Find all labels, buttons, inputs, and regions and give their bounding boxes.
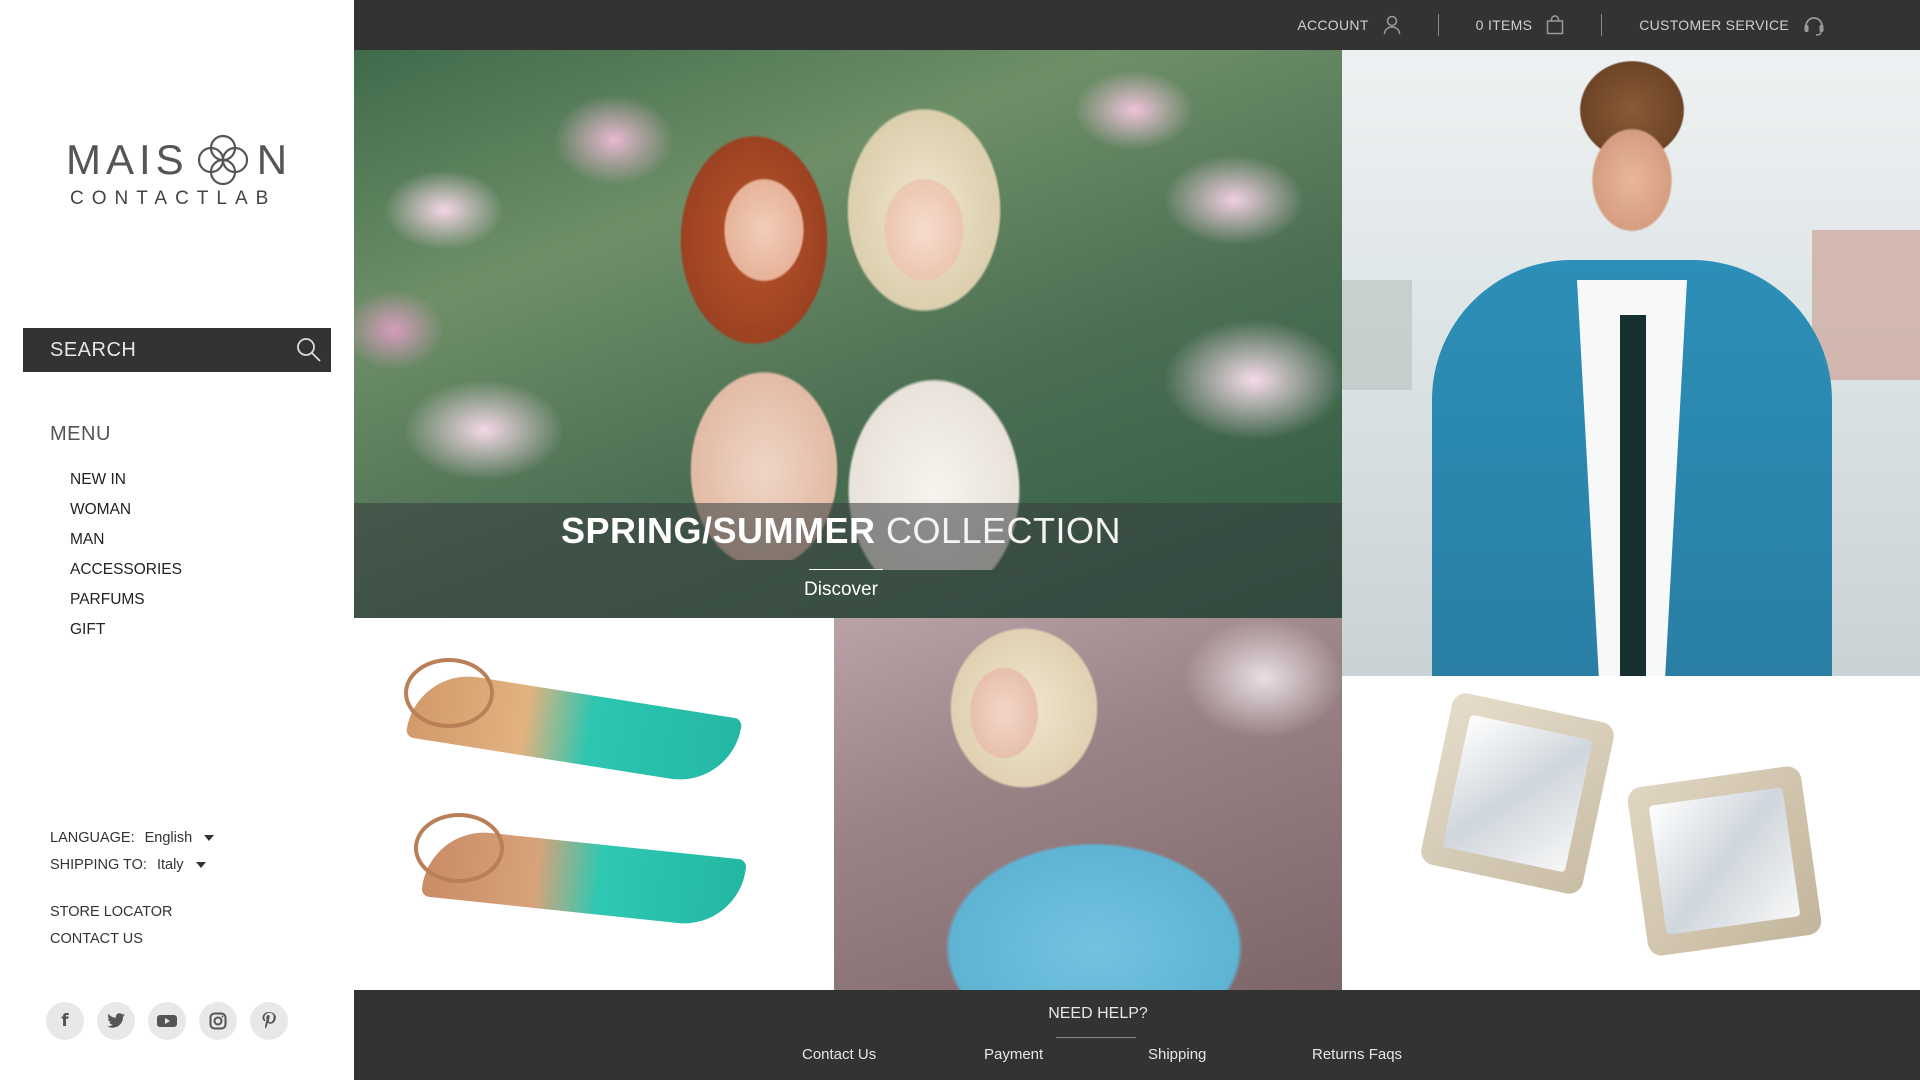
cufflinks-tile[interactable] [1342, 676, 1920, 990]
menu-list: NEW IN WOMAN MAN ACCESSORIES PARFUMS GIF… [70, 468, 182, 648]
menu-item-parfums[interactable]: PARFUMS [70, 588, 182, 618]
hero-title-bold: SPRING/SUMMER [560, 510, 876, 551]
customer-service-link[interactable]: CUSTOMER SERVICE [1639, 14, 1825, 36]
logo-text-end: N [256, 136, 293, 183]
menu-title: MENU [50, 423, 111, 445]
menu-item-man[interactable]: MAN [70, 528, 182, 558]
cufflink-image [1626, 764, 1823, 958]
hero-title: SPRING/SUMMER COLLECTION [354, 510, 1328, 552]
man-collection-tile[interactable] [1342, 50, 1920, 676]
cart-items-label: 0 ITEMS [1475, 17, 1533, 33]
shoes-tile[interactable] [354, 618, 834, 990]
tie-image [1620, 315, 1646, 676]
customer-service-label: CUSTOMER SERVICE [1639, 17, 1789, 33]
store-locator-link[interactable]: STORE LOCATOR [50, 904, 172, 931]
caret-down-icon [204, 834, 215, 841]
menu-item-woman[interactable]: WOMAN [70, 498, 182, 528]
search-icon[interactable] [287, 328, 331, 372]
menu-item-new-in[interactable]: NEW IN [70, 468, 182, 498]
hero-divider [809, 569, 883, 570]
headset-icon [1804, 17, 1824, 36]
sidebar-links: STORE LOCATOR CONTACT US [50, 904, 172, 958]
caret-down-icon [195, 861, 206, 868]
discover-link[interactable]: Discover [354, 579, 1328, 601]
menu-item-accessories[interactable]: ACCESSORIES [70, 558, 182, 588]
shopping-bag-icon [1546, 15, 1564, 35]
logo-wordmark: MAIS N [66, 128, 292, 192]
search-input[interactable]: SEARCH [23, 328, 331, 372]
language-select[interactable]: English [145, 830, 215, 846]
shipping-label: SHIPPING TO: [50, 856, 147, 873]
background-building [1342, 280, 1412, 390]
nav-divider [1437, 14, 1439, 36]
account-link[interactable]: ACCOUNT [1297, 15, 1400, 35]
footer-link-shipping[interactable]: Shipping [1148, 1046, 1206, 1063]
footer-link-payment[interactable]: Payment [984, 1046, 1043, 1063]
woman-collection-tile[interactable] [834, 618, 1342, 990]
hero-banner[interactable]: SPRING/SUMMER COLLECTION Discover [354, 50, 1342, 618]
hero-photo-model-blonde [794, 70, 1064, 570]
preferences: LANGUAGE: English SHIPPING TO: Italy [50, 824, 215, 878]
shipping-select[interactable]: Italy [157, 857, 206, 873]
language-row: LANGUAGE: English [50, 824, 215, 851]
logo-flower-icon [197, 134, 248, 186]
hero-title-light: COLLECTION [886, 510, 1122, 551]
cart-link[interactable]: 0 ITEMS [1476, 15, 1565, 35]
logo-text-start: MAIS [66, 136, 189, 183]
footer-link-contact-us[interactable]: Contact Us [802, 1046, 876, 1063]
youtube-icon[interactable] [148, 1002, 186, 1040]
top-bar: ACCOUNT 0 ITEMS CUSTOMER SERVICE [354, 0, 1920, 50]
shoe-strap-image [414, 813, 504, 883]
background-building [1812, 230, 1920, 380]
footer: NEED HELP? Contact Us Payment Shipping R… [354, 990, 1920, 1080]
logo-subtitle: CONTACTLAB [70, 188, 277, 209]
footer-link-returns-faqs[interactable]: Returns Faqs [1312, 1046, 1402, 1063]
contact-us-link[interactable]: CONTACT US [50, 931, 172, 958]
pinterest-icon[interactable] [250, 1002, 288, 1040]
nav-divider [1601, 14, 1603, 36]
need-help-title: NEED HELP? [1048, 1005, 1148, 1022]
account-label: ACCOUNT [1297, 17, 1369, 33]
social-links: f [46, 1002, 288, 1040]
instagram-icon[interactable] [199, 1002, 237, 1040]
shoe-strap-image [404, 658, 494, 728]
facebook-icon[interactable]: f [46, 1002, 84, 1040]
shipping-value: Italy [156, 856, 184, 873]
footer-divider [1056, 1037, 1136, 1038]
shipping-row: SHIPPING TO: Italy [50, 851, 214, 878]
language-label: LANGUAGE: [50, 829, 135, 846]
search-placeholder: SEARCH [50, 338, 137, 361]
user-icon [1383, 15, 1400, 35]
cufflink-image [1418, 690, 1617, 897]
brand-logo[interactable]: MAIS N CONTACTLAB [66, 118, 287, 218]
sidebar: MAIS N CONTACTLAB SEARCH MENU NEW IN WOM… [0, 0, 354, 1080]
language-value: English [144, 829, 193, 846]
twitter-icon[interactable] [97, 1002, 135, 1040]
menu-item-gift[interactable]: GIFT [70, 618, 182, 648]
top-nav: ACCOUNT 0 ITEMS CUSTOMER SERVICE [1297, 0, 1825, 50]
